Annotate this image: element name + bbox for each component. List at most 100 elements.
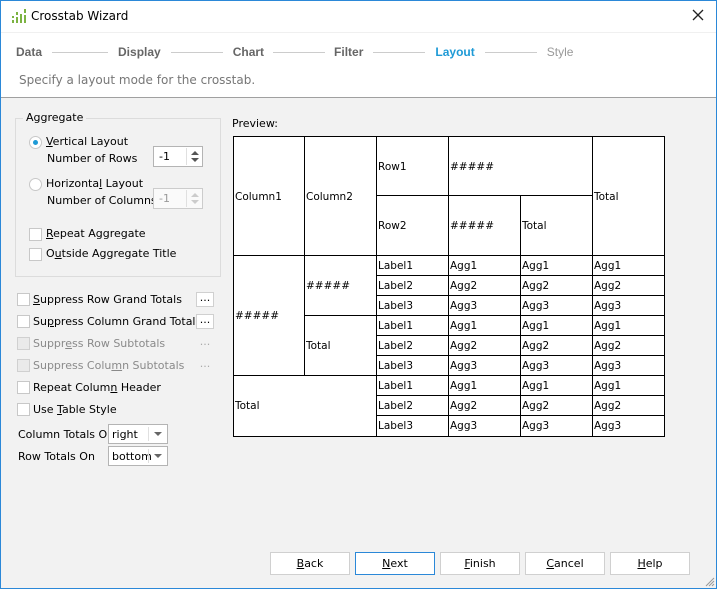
outside-aggregate-title-label[interactable]: Outside Aggregate Title bbox=[46, 247, 176, 260]
title-bar: Crosstab Wizard bbox=[1, 1, 716, 32]
aggregate-cell: Agg3 bbox=[592, 355, 665, 377]
aggregate-cell: Agg3 bbox=[448, 295, 522, 317]
aggregate-cell: Agg2 bbox=[448, 335, 522, 357]
aggregate-cell: Agg3 bbox=[448, 355, 522, 377]
row-label-cell: Label1 bbox=[376, 375, 450, 397]
number-of-rows-spinner[interactable]: -1 bbox=[153, 146, 203, 167]
row-label-cell: Label1 bbox=[376, 255, 450, 277]
use-table-style-label[interactable]: Use Table Style bbox=[33, 403, 117, 416]
suppress-column-grand-totals-label[interactable]: Suppress Column Grand Totals bbox=[33, 315, 201, 328]
help-button[interactable]: Help bbox=[610, 552, 690, 575]
step-chart[interactable]: Chart bbox=[233, 45, 264, 59]
row-group-outer: ##### bbox=[233, 255, 306, 377]
aggregate-cell: Agg1 bbox=[592, 255, 665, 277]
step-connector bbox=[170, 51, 223, 53]
aggregate-cell: Agg2 bbox=[592, 395, 665, 417]
row-label-cell: Label2 bbox=[376, 335, 450, 357]
suppress-row-grand-totals-label[interactable]: Suppress Row Grand Totals bbox=[33, 293, 182, 306]
aggregate-cell: Agg2 bbox=[448, 395, 522, 417]
repeat-aggregate-checkbox[interactable] bbox=[29, 228, 42, 241]
suppress-column-subtotals-label: Suppress Column Subtotals bbox=[33, 359, 185, 372]
header-grand-total: Total bbox=[592, 136, 665, 257]
close-icon[interactable] bbox=[690, 7, 706, 23]
row-label-cell: Label3 bbox=[376, 415, 450, 437]
header-row1-value: ##### bbox=[448, 136, 594, 197]
crosstab-wizard-window: Crosstab Wizard Data Display Chart Filte… bbox=[0, 0, 717, 589]
header-row2-value: ##### bbox=[448, 195, 522, 257]
suppress-row-subtotals-label: Suppress Row Subtotals bbox=[33, 337, 166, 350]
spin-up-icon[interactable] bbox=[191, 151, 199, 155]
step-style[interactable]: Style bbox=[547, 45, 574, 59]
horizontal-layout-label[interactable]: Horizontal Layout bbox=[46, 177, 143, 190]
chevron-down-icon[interactable] bbox=[154, 432, 162, 436]
outside-aggregate-title-checkbox[interactable] bbox=[29, 248, 42, 261]
step-display[interactable]: Display bbox=[118, 45, 161, 59]
aggregate-group-label: Aggregate bbox=[23, 111, 87, 124]
use-table-style-checkbox[interactable] bbox=[17, 403, 30, 416]
back-button[interactable]: Back bbox=[270, 552, 350, 575]
number-of-columns-label: Number of Columns bbox=[47, 194, 157, 207]
repeat-column-header-checkbox[interactable] bbox=[17, 381, 30, 394]
number-of-columns-value: -1 bbox=[159, 192, 170, 205]
next-button[interactable]: Next bbox=[355, 552, 435, 575]
suppress-column-subtotals-checkbox bbox=[17, 359, 30, 372]
repeat-column-header-label[interactable]: Repeat Column Header bbox=[33, 381, 161, 394]
suppress-row-grand-totals-checkbox[interactable] bbox=[17, 293, 30, 306]
row-label-cell: Label3 bbox=[376, 295, 450, 317]
number-of-rows-label: Number of Rows bbox=[47, 152, 138, 165]
step-layout[interactable]: Layout bbox=[435, 45, 474, 59]
column-totals-on-select[interactable]: right bbox=[108, 424, 168, 444]
resize-grip-icon[interactable] bbox=[705, 577, 715, 587]
row-totals-on-value: bottom bbox=[112, 450, 152, 463]
suppress-column-grand-totals-more-button[interactable]: ... bbox=[196, 314, 214, 329]
header-row1: Row1 bbox=[376, 136, 450, 197]
number-of-columns-spinner: -1 bbox=[153, 188, 203, 209]
repeat-aggregate-label[interactable]: Repeat Aggregate bbox=[46, 227, 146, 240]
suppress-column-subtotals-more-button: ... bbox=[199, 357, 211, 370]
suppress-row-subtotals-more-button: ... bbox=[199, 335, 211, 348]
row-label-cell: Label1 bbox=[376, 315, 450, 337]
aggregate-cell: Agg1 bbox=[448, 375, 522, 397]
wizard-steps: Data Display Chart Filter Layout Style bbox=[16, 44, 573, 60]
cancel-button[interactable]: Cancel bbox=[525, 552, 605, 575]
aggregate-cell: Agg3 bbox=[520, 415, 594, 437]
spin-down-icon[interactable] bbox=[191, 158, 199, 162]
spin-down-icon bbox=[191, 200, 199, 204]
step-connector bbox=[52, 51, 109, 53]
crosstab-preview: Column1 Column2 Row1 Row2 ##### ##### To… bbox=[233, 136, 665, 437]
aggregate-cell: Agg3 bbox=[592, 415, 665, 437]
row-label-cell: Label3 bbox=[376, 355, 450, 377]
crosstab-icon bbox=[12, 9, 26, 23]
suppress-column-grand-totals-checkbox[interactable] bbox=[17, 315, 30, 328]
suppress-row-subtotals-checkbox bbox=[17, 337, 30, 350]
number-of-rows-value[interactable]: -1 bbox=[159, 150, 170, 163]
preview-label: Preview: bbox=[232, 117, 278, 130]
step-data[interactable]: Data bbox=[16, 45, 42, 59]
aggregate-cell: Agg2 bbox=[520, 395, 594, 417]
step-filter[interactable]: Filter bbox=[334, 45, 363, 59]
chevron-down-icon[interactable] bbox=[154, 454, 162, 458]
step-connector bbox=[273, 51, 326, 53]
aggregate-cell: Agg1 bbox=[592, 315, 665, 337]
header-row2-total: Total bbox=[520, 195, 594, 257]
row-totals-on-select[interactable]: bottom bbox=[108, 446, 168, 466]
aggregate-cell: Agg2 bbox=[592, 335, 665, 357]
step-connector bbox=[373, 51, 426, 53]
row-label-cell: Label2 bbox=[376, 395, 450, 417]
aggregate-cell: Agg2 bbox=[448, 275, 522, 297]
spin-up-icon bbox=[191, 193, 199, 197]
column-totals-on-value: right bbox=[112, 428, 138, 441]
column-totals-on-label: Column Totals On bbox=[18, 428, 115, 441]
aggregate-cell: Agg3 bbox=[592, 295, 665, 317]
vertical-layout-label[interactable]: Vertical Layout bbox=[46, 135, 128, 148]
aggregate-cell: Agg1 bbox=[448, 315, 522, 337]
aggregate-cell: Agg3 bbox=[520, 355, 594, 377]
wizard-subtitle: Specify a layout mode for the crosstab. bbox=[19, 73, 256, 87]
finish-button[interactable]: Finish bbox=[440, 552, 520, 575]
vertical-layout-radio[interactable] bbox=[29, 136, 42, 149]
aggregate-cell: Agg2 bbox=[520, 275, 594, 297]
aggregate-cell: Agg1 bbox=[448, 255, 522, 277]
suppress-row-grand-totals-more-button[interactable]: ... bbox=[196, 292, 214, 307]
horizontal-layout-radio[interactable] bbox=[29, 178, 42, 191]
aggregate-cell: Agg3 bbox=[520, 295, 594, 317]
